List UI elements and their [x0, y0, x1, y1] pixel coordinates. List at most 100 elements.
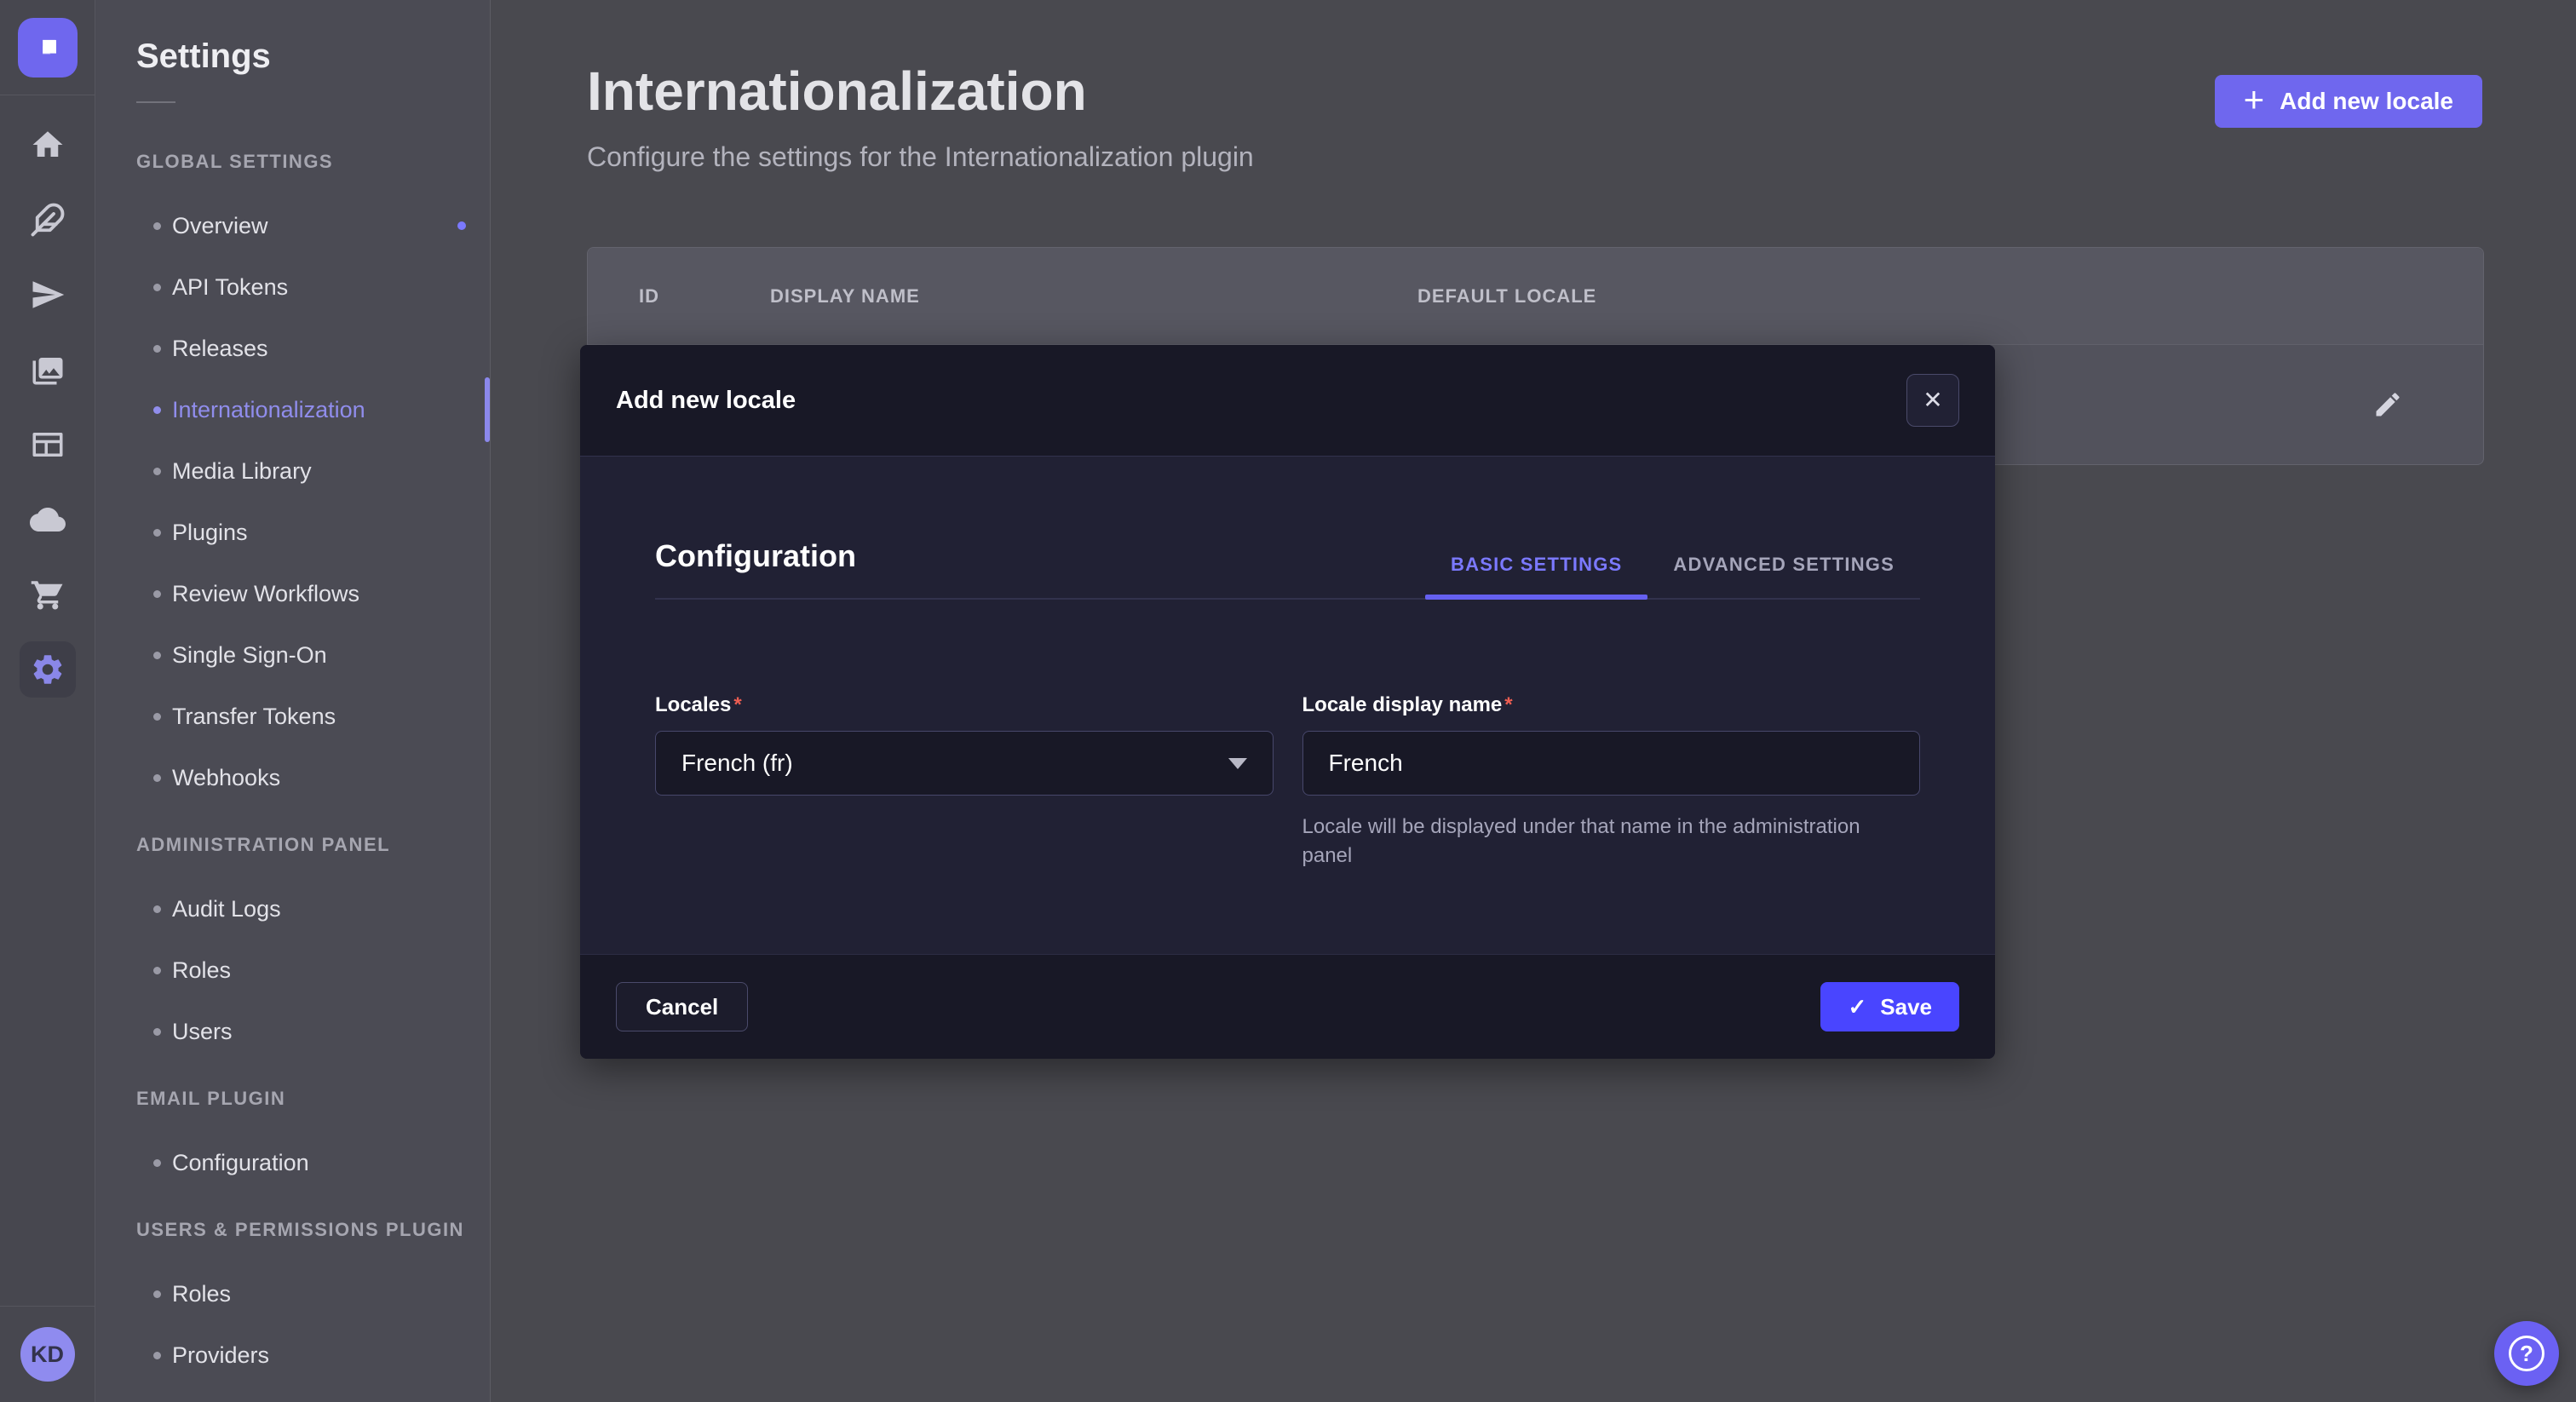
bullet-icon: [153, 529, 161, 537]
sidebar-item-transfer-tokens[interactable]: Transfer Tokens: [136, 686, 490, 747]
sidebar-item-label: Plugins: [172, 520, 248, 546]
content-feather-icon[interactable]: [0, 182, 95, 257]
locales-select[interactable]: French (fr): [655, 731, 1274, 796]
sidebar-item-releases[interactable]: Releases: [136, 318, 490, 379]
tab-basic-settings[interactable]: BASIC SETTINGS: [1425, 554, 1647, 598]
modal-header: Add new locale ✕: [580, 345, 1995, 457]
save-button[interactable]: ✓ Save: [1820, 982, 1959, 1031]
bullet-icon: [153, 905, 161, 913]
tab-advanced-settings[interactable]: ADVANCED SETTINGS: [1647, 554, 1920, 598]
sidebar-item-roles-upp[interactable]: Roles: [136, 1263, 490, 1324]
modal-tabs: BASIC SETTINGS ADVANCED SETTINGS: [1425, 554, 1920, 598]
add-new-locale-button[interactable]: + Add new locale: [2215, 75, 2482, 128]
sidebar-item-label: Audit Logs: [172, 896, 281, 922]
modal-body: Configuration BASIC SETTINGS ADVANCED SE…: [580, 457, 1995, 954]
sidebar-item-users[interactable]: Users: [136, 1001, 490, 1062]
bullet-icon: [153, 1159, 161, 1167]
sidebar-item-label: Review Workflows: [172, 581, 359, 607]
bullet-icon: [153, 406, 161, 414]
rail-icon-list: [0, 107, 95, 707]
bullet-icon: [153, 713, 161, 721]
logo-section: [0, 0, 95, 95]
add-new-locale-label: Add new locale: [2280, 88, 2453, 115]
icon-rail: KD: [0, 0, 95, 1402]
sidebar-item-media-library[interactable]: Media Library: [136, 440, 490, 502]
configuration-header: Configuration BASIC SETTINGS ADVANCED SE…: [655, 538, 1920, 600]
sidebar-item-label: Releases: [172, 336, 268, 362]
content-type-layout-icon[interactable]: [0, 407, 95, 482]
display-name-field: Locale display name* Locale will be disp…: [1302, 693, 1921, 871]
table-header-row: ID DISPLAY NAME DEFAULT LOCALE: [588, 248, 2483, 345]
required-asterisk: *: [1504, 693, 1512, 716]
pencil-icon: [2372, 389, 2403, 420]
locales-select-value: French (fr): [681, 750, 793, 777]
sidebar-item-review-workflows[interactable]: Review Workflows: [136, 563, 490, 624]
edit-locale-button[interactable]: [2362, 379, 2413, 430]
sidebar-item-label: Webhooks: [172, 765, 280, 791]
title-divider: [136, 101, 175, 103]
locales-label-text: Locales: [655, 693, 731, 716]
sidebar-item-overview[interactable]: Overview: [136, 195, 490, 256]
email-plugin-list: Configuration: [136, 1132, 490, 1193]
sidebar-item-audit-logs[interactable]: Audit Logs: [136, 878, 490, 939]
settings-active-background: [20, 641, 76, 698]
sidebar-item-internationalization[interactable]: Internationalization: [136, 379, 490, 440]
marketplace-cart-icon[interactable]: [0, 557, 95, 632]
help-button[interactable]: ?: [2494, 1321, 2559, 1386]
cancel-button[interactable]: Cancel: [616, 982, 748, 1031]
save-button-label: Save: [1880, 994, 1932, 1020]
column-display-name: DISPLAY NAME: [770, 285, 1417, 307]
sidebar-item-label: Roles: [172, 1281, 231, 1307]
sidebar-item-label: Transfer Tokens: [172, 704, 336, 730]
sidebar-item-label: Single Sign-On: [172, 642, 327, 669]
strapi-admin-screen: KD Settings GLOBAL SETTINGS Overview API…: [0, 0, 2576, 1402]
sidebar-item-api-tokens[interactable]: API Tokens: [136, 256, 490, 318]
plus-icon: +: [2244, 82, 2265, 118]
required-asterisk: *: [733, 693, 741, 716]
users-permissions-list: Roles Providers: [136, 1263, 490, 1386]
settings-gear-icon[interactable]: [0, 632, 95, 707]
sidebar-item-label: Roles: [172, 957, 231, 984]
sidebar-item-label: Configuration: [172, 1150, 309, 1176]
close-modal-button[interactable]: ✕: [1906, 374, 1959, 427]
sidebar-item-label: Internationalization: [172, 397, 365, 423]
locales-field: Locales* French (fr): [655, 693, 1274, 871]
check-icon: ✓: [1848, 996, 1866, 1018]
bullet-icon: [153, 1028, 161, 1036]
configuration-title: Configuration: [655, 538, 856, 574]
cloud-icon[interactable]: [0, 482, 95, 557]
avatar[interactable]: KD: [20, 1327, 75, 1382]
form-fields: Locales* French (fr) Locale display name…: [655, 693, 1920, 871]
locales-label: Locales*: [655, 693, 1274, 717]
home-icon[interactable]: [0, 107, 95, 182]
chevron-down-icon: [1228, 758, 1247, 769]
display-name-input[interactable]: [1302, 731, 1921, 796]
media-library-images-icon[interactable]: [0, 332, 95, 407]
section-administration-panel: ADMINISTRATION PANEL: [136, 834, 490, 856]
sidebar-item-providers[interactable]: Providers: [136, 1324, 490, 1386]
display-name-label-text: Locale display name: [1302, 693, 1503, 716]
sidebar-item-roles-admin[interactable]: Roles: [136, 939, 490, 1001]
bullet-icon: [153, 1290, 161, 1298]
display-name-label: Locale display name*: [1302, 693, 1921, 717]
sidebar-item-single-sign-on[interactable]: Single Sign-On: [136, 624, 490, 686]
page-subtitle: Configure the settings for the Internati…: [587, 141, 1254, 173]
bullet-icon: [153, 284, 161, 291]
display-name-hint: Locale will be displayed under that name…: [1302, 813, 1899, 871]
column-id: ID: [639, 285, 770, 307]
notification-dot: [457, 221, 466, 230]
sidebar-item-label: API Tokens: [172, 274, 288, 301]
bullet-icon: [153, 345, 161, 353]
close-icon: ✕: [1923, 388, 1942, 412]
deploy-plane-icon[interactable]: [0, 257, 95, 332]
modal-footer: Cancel ✓ Save: [580, 954, 1995, 1059]
sidebar-item-configuration-email[interactable]: Configuration: [136, 1132, 490, 1193]
add-new-locale-modal: Add new locale ✕ Configuration BASIC SET…: [580, 345, 1995, 1059]
bullet-icon: [153, 222, 161, 230]
section-users-permissions-plugin: USERS & PERMISSIONS PLUGIN: [136, 1219, 490, 1241]
strapi-logo[interactable]: [18, 18, 78, 78]
administration-panel-list: Audit Logs Roles Users: [136, 878, 490, 1062]
column-default-locale: DEFAULT LOCALE: [1417, 285, 2483, 307]
sidebar-item-webhooks[interactable]: Webhooks: [136, 747, 490, 808]
sidebar-item-plugins[interactable]: Plugins: [136, 502, 490, 563]
